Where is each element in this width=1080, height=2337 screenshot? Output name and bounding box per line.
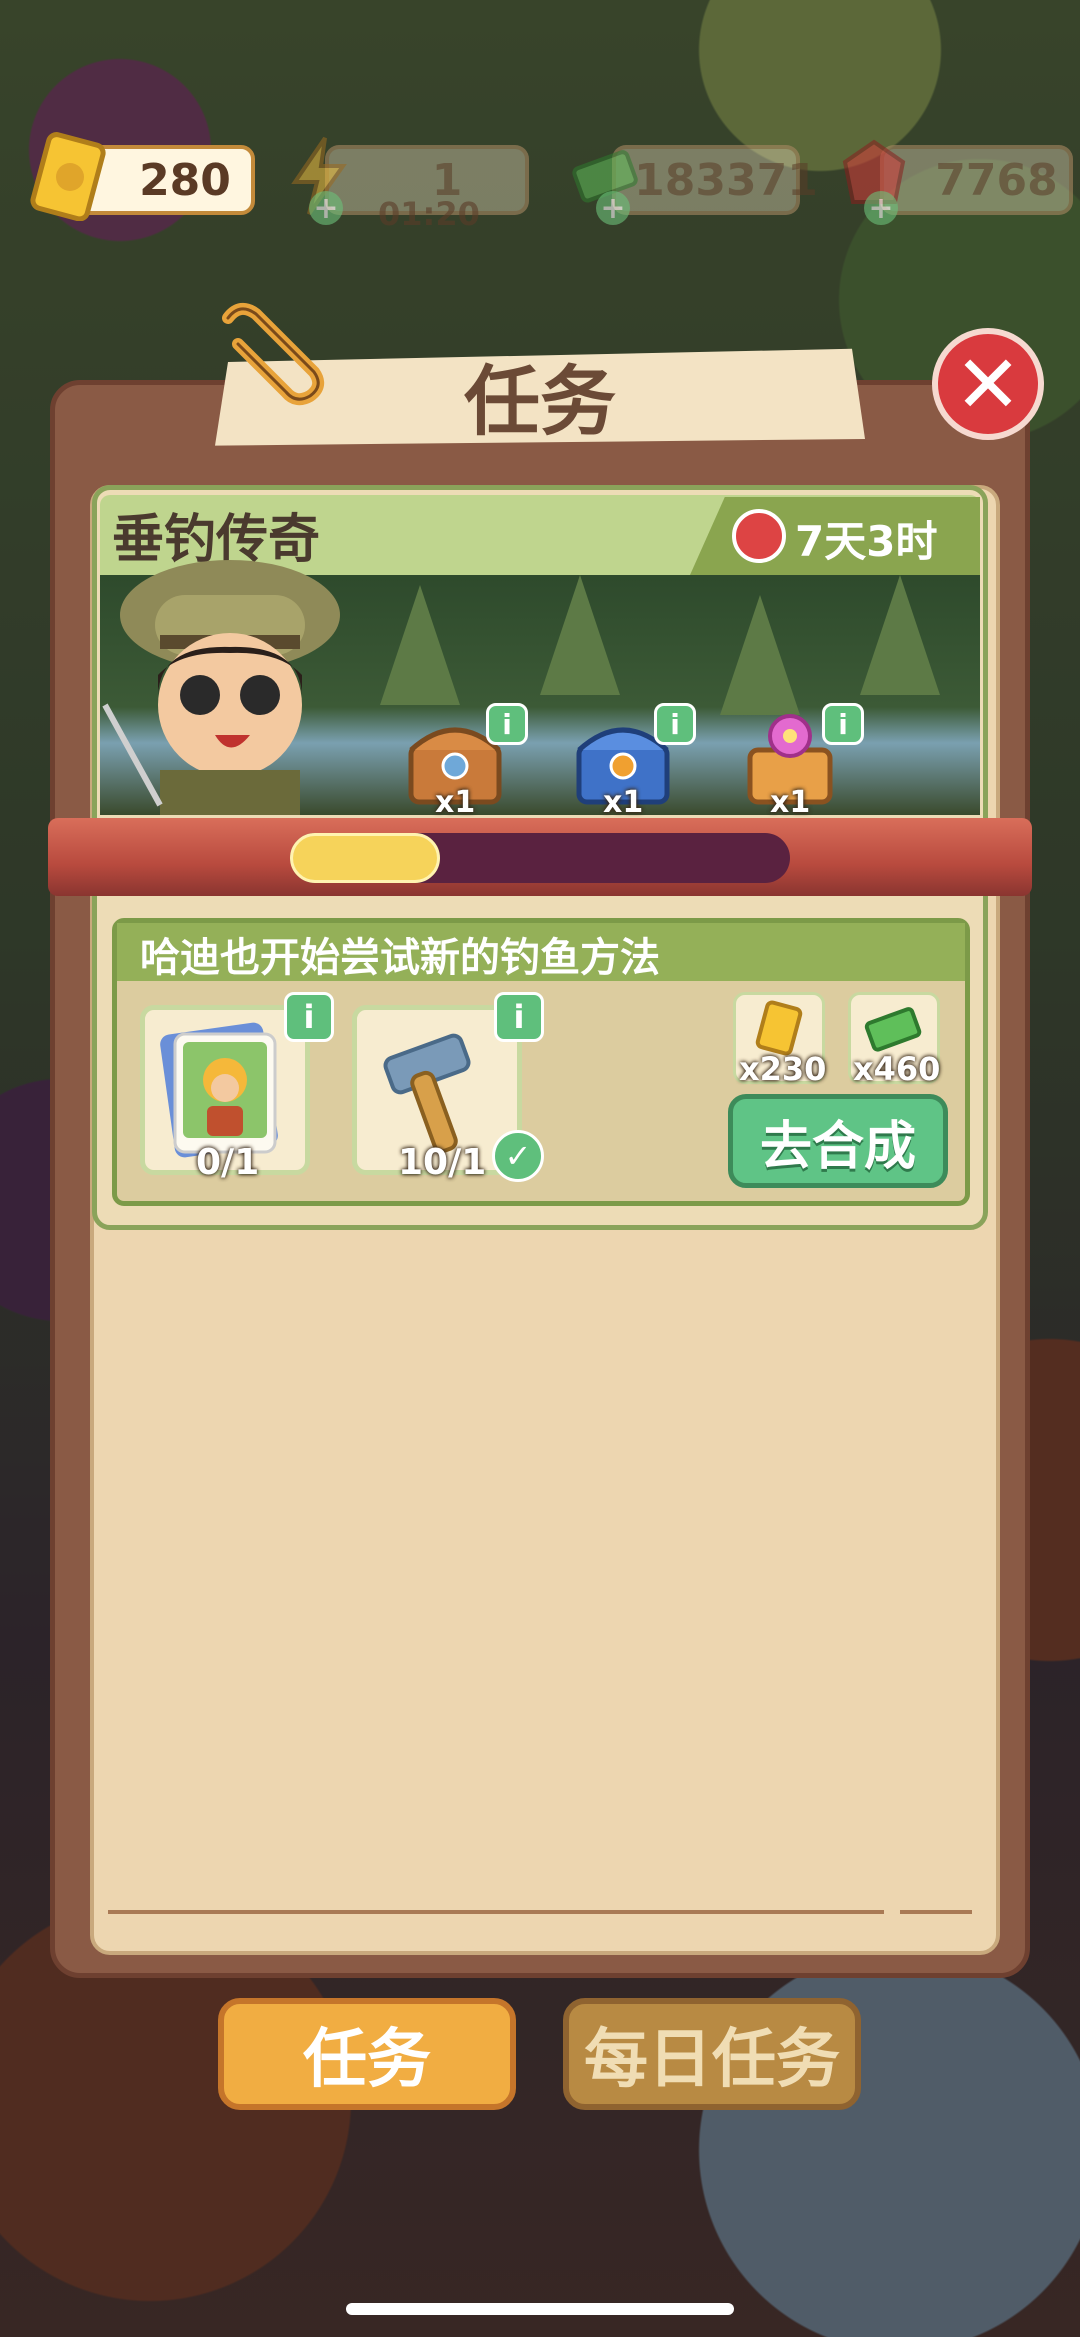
ticket-icon: [29, 131, 109, 221]
cash-counter[interactable]: + 183371: [572, 145, 818, 226]
reward-info-button[interactable]: i: [486, 703, 528, 745]
bonus-tickets-qty: x230: [739, 1050, 827, 1088]
paperclip-icon: [210, 300, 330, 410]
fisherman-character-icon: [102, 560, 340, 815]
tab-tasks[interactable]: 任务: [218, 1998, 516, 2110]
pine-tree: [860, 575, 940, 695]
gems-value: 7768: [935, 154, 1058, 206]
reward-qty: x1: [603, 785, 644, 820]
cash-value: 183371: [634, 154, 818, 206]
bonus-cash-qty: x460: [853, 1050, 941, 1088]
home-indicator[interactable]: [346, 2303, 734, 2315]
tickets-value: 280: [139, 154, 231, 206]
quest-progress-fill: [290, 833, 440, 883]
close-button[interactable]: ✕: [932, 328, 1044, 440]
pine-tree: [540, 575, 620, 695]
gems-counter[interactable]: + 7768: [842, 139, 1073, 226]
add-cash-icon[interactable]: +: [596, 191, 630, 226]
reward-qty: x1: [435, 785, 476, 820]
tab-daily-tasks[interactable]: 每日任务: [563, 1998, 861, 2110]
requirement-info-button[interactable]: i: [494, 992, 544, 1042]
energy-timer: 01:20: [378, 195, 480, 233]
requirement-count: 10/1: [398, 1142, 487, 1183]
quest-time-left: 7天3时: [795, 517, 938, 566]
pine-tree: [380, 585, 460, 705]
reward-info-button[interactable]: i: [822, 703, 864, 745]
list-divider: [900, 1910, 972, 1914]
clock-icon: [732, 509, 786, 563]
subtask-title: 哈迪也开始尝试新的钓鱼方法: [140, 935, 660, 981]
requirement-complete-check-icon: ✓: [492, 1130, 544, 1182]
tickets-counter[interactable]: 280: [30, 132, 255, 221]
reward-info-button[interactable]: i: [654, 703, 696, 745]
reward-qty: x1: [770, 785, 811, 820]
list-divider: [108, 1910, 884, 1914]
requirement-count: 0/1: [196, 1142, 260, 1183]
requirement-info-button[interactable]: i: [284, 992, 334, 1042]
add-energy-icon[interactable]: +: [309, 191, 343, 226]
go-merge-button[interactable]: 去合成: [728, 1094, 948, 1188]
add-gems-icon[interactable]: +: [864, 191, 898, 226]
pine-tree: [720, 595, 800, 715]
close-icon: ✕: [954, 337, 1022, 431]
